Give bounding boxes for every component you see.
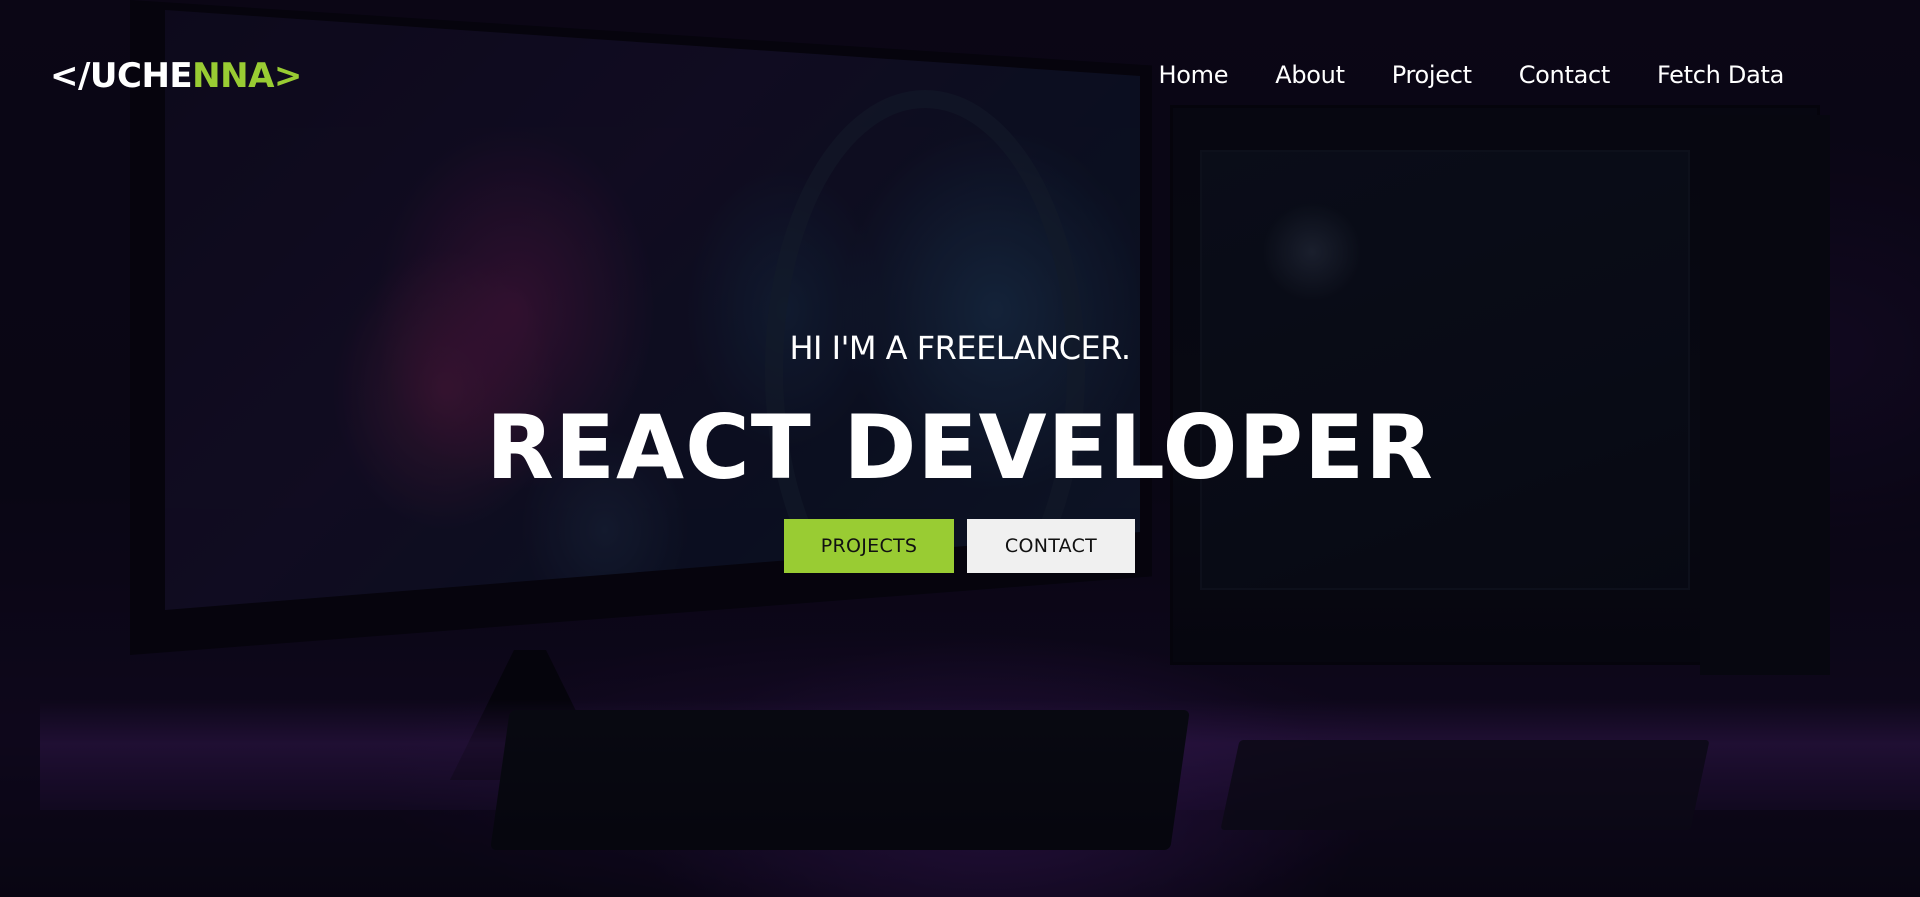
cta-buttons: PROJECTS CONTACT bbox=[784, 519, 1135, 573]
projects-button[interactable]: PROJECTS bbox=[784, 519, 954, 573]
hero-headline: REACT DEVELOPER bbox=[486, 396, 1434, 499]
hero-content: HI I'M A FREELANCER. REACT DEVELOPER PRO… bbox=[0, 0, 1920, 897]
hero-subtitle: HI I'M A FREELANCER. bbox=[789, 329, 1131, 367]
hero-section: </UCHENNA> Home About Project Contact Fe… bbox=[0, 0, 1920, 897]
contact-button[interactable]: CONTACT bbox=[967, 519, 1135, 573]
